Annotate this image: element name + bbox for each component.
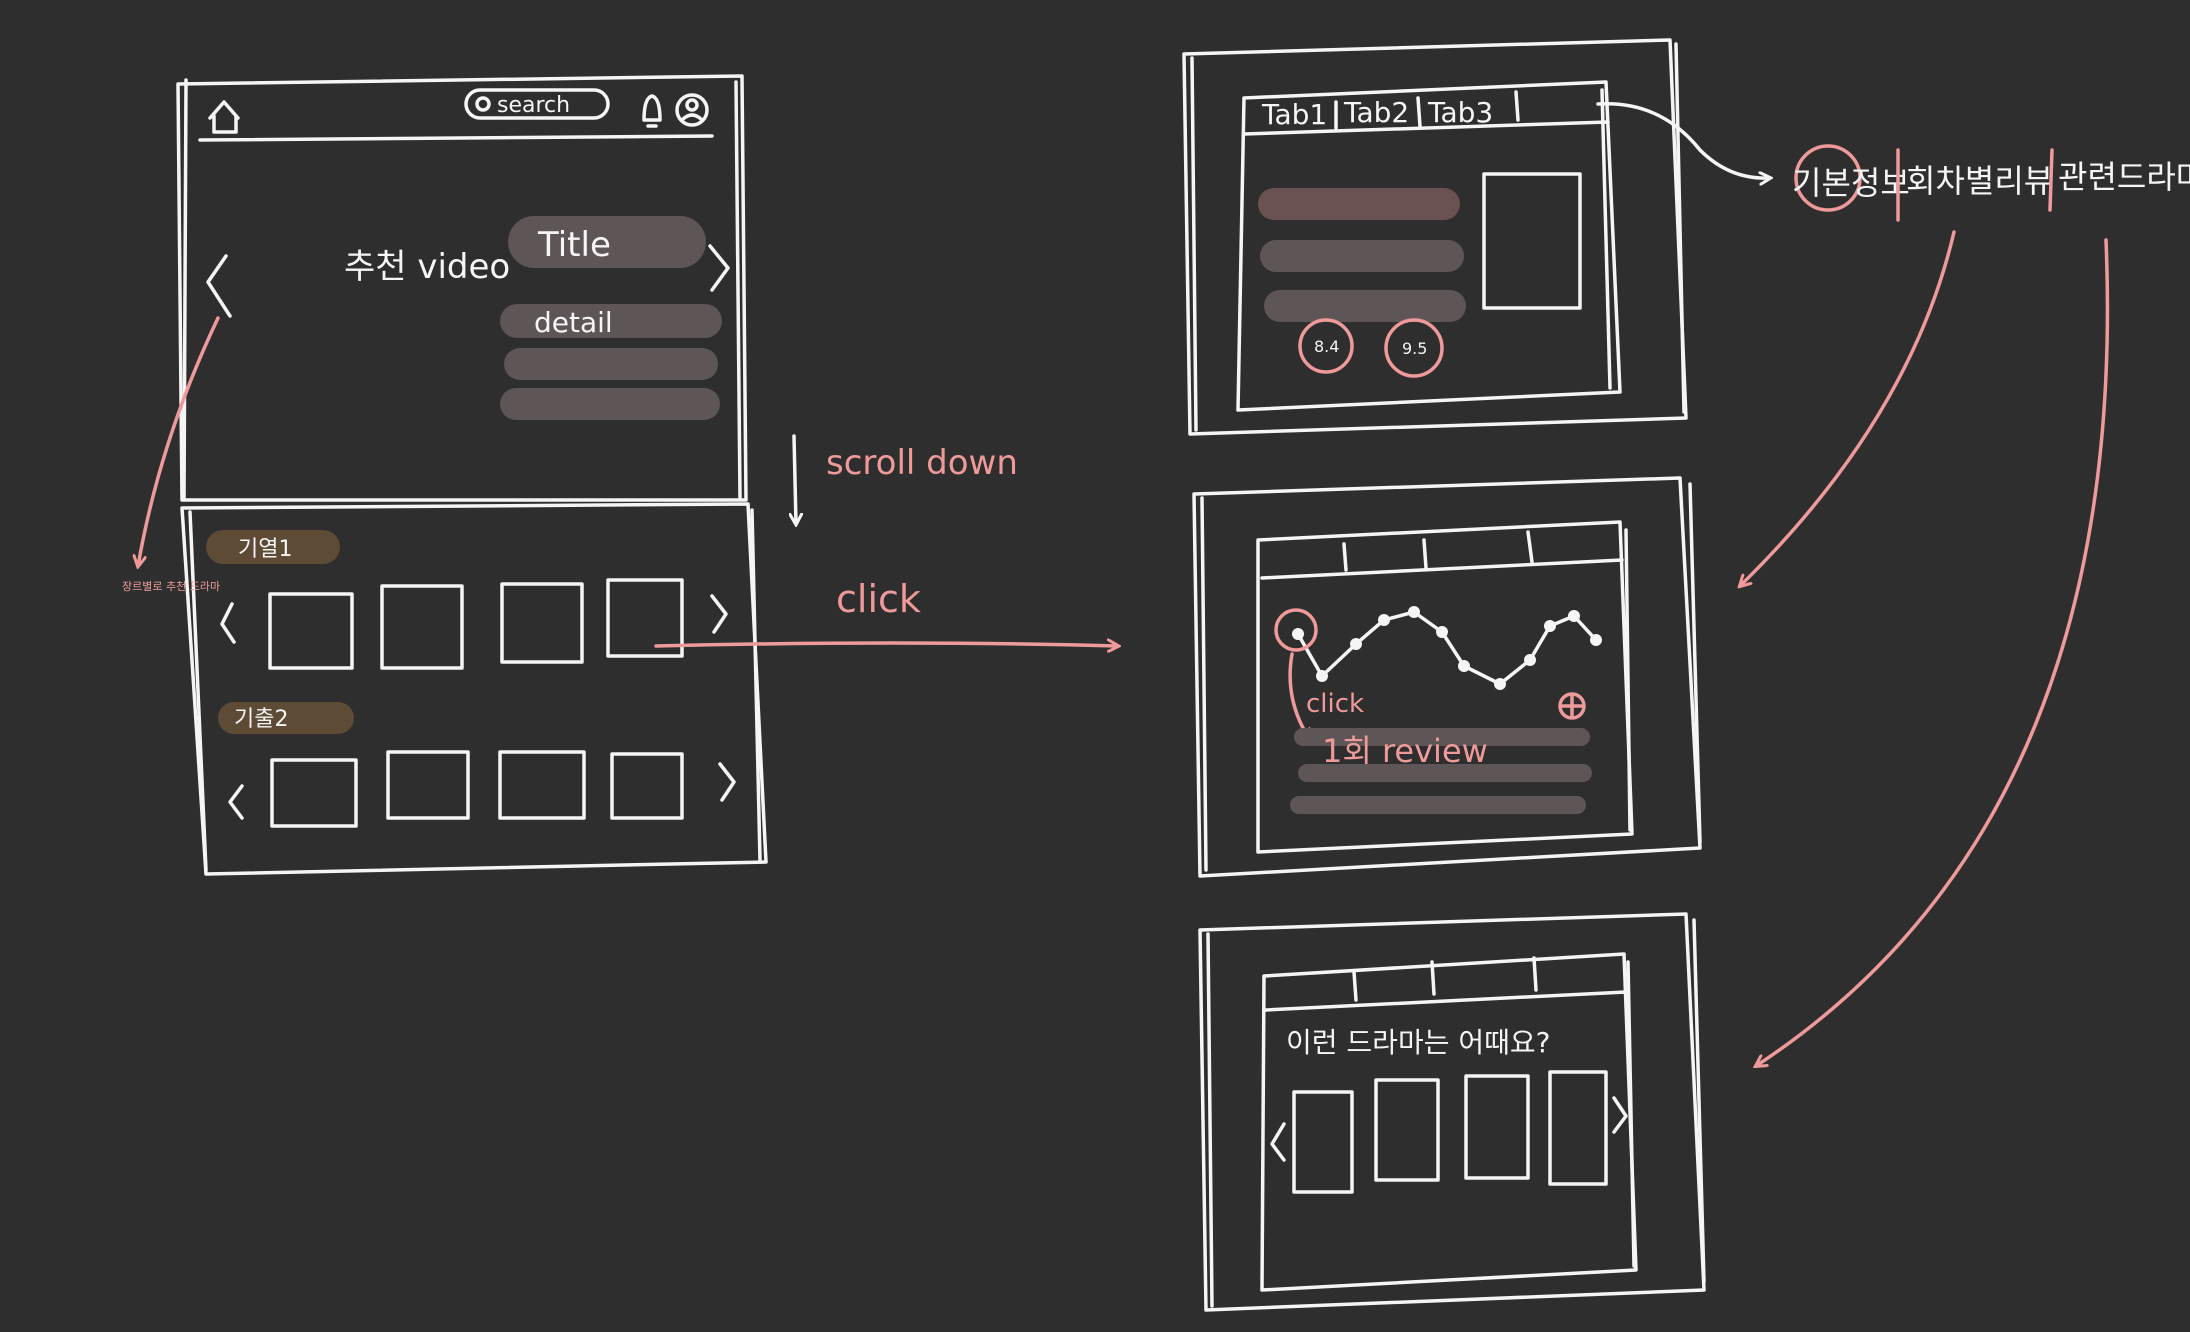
genre-2-next-arrow[interactable]	[718, 762, 736, 802]
episode-point[interactable]	[1378, 614, 1390, 626]
review-connector-arrow	[1740, 230, 1956, 586]
tab-label: Tab3	[1427, 96, 1493, 129]
search-label: search	[497, 93, 570, 118]
plus-circle-icon[interactable]	[1558, 692, 1586, 720]
rating-badge-1: 8.4	[1298, 318, 1354, 374]
episode-point[interactable]	[1568, 610, 1580, 622]
poster-thumbnail	[1482, 172, 1582, 310]
review-click-note: click	[1306, 689, 1364, 719]
hero-next-arrow[interactable]	[708, 244, 730, 292]
tab-tab1[interactable]: Tab1	[1261, 98, 1327, 131]
episode-point[interactable]	[1408, 606, 1420, 618]
magnifier-icon	[475, 96, 491, 112]
genre-note-arrow	[138, 316, 220, 566]
tab-legend-item: 기본정보	[1792, 164, 1910, 202]
main-screen: search 추천 video Title detail	[176, 74, 748, 502]
related-next-arrow[interactable]	[1612, 1096, 1628, 1134]
tab-tab3[interactable]: Tab3	[1427, 96, 1493, 129]
profile-icon[interactable]	[675, 93, 709, 127]
tab-legend-item: 회차별리뷰	[1906, 162, 2053, 200]
genre-2-label: 기출2	[234, 707, 288, 732]
review-bar	[1298, 764, 1592, 782]
related-connector-arrow	[1756, 238, 2110, 1066]
related-thumb[interactable]	[1292, 1090, 1354, 1194]
episode-point[interactable]	[1436, 626, 1448, 638]
main-screen-lower: 기열1 기출2	[180, 502, 768, 876]
hero-label: 추천 video	[344, 247, 510, 287]
genre-1-label: 기열1	[238, 537, 292, 562]
related-thumb[interactable]	[1464, 1074, 1530, 1180]
genre-note: 장르별로 추천 드라마	[122, 579, 220, 593]
wireframe-board: search 추천 video Title detail 기열1 기출2 scr…	[122, 38, 2190, 1312]
related-prev-arrow[interactable]	[1270, 1122, 1286, 1162]
tab-tab2[interactable]: Tab2	[1343, 96, 1409, 129]
genre-1-thumb[interactable]	[500, 582, 584, 664]
hero-title: Title	[537, 225, 611, 265]
episode-rating-chart	[1292, 606, 1602, 690]
episode-point[interactable]	[1350, 638, 1362, 650]
genre-1-thumb[interactable]	[268, 592, 354, 670]
scroll-annotation: scroll down	[826, 443, 1018, 483]
hero-prev-arrow[interactable]	[206, 254, 232, 318]
episode-point[interactable]	[1292, 628, 1304, 640]
rating-value: 9.5	[1402, 339, 1427, 358]
review-screen: click 1회 review	[1192, 476, 1702, 878]
episode-point[interactable]	[1458, 660, 1470, 672]
related-screen: 이런 드라마는 어때요?	[1198, 912, 1706, 1312]
genre-1-prev-arrow[interactable]	[220, 602, 236, 644]
hero-detail: detail	[534, 306, 613, 339]
related-question: 이런 드라마는 어때요?	[1286, 1026, 1551, 1059]
search-bar[interactable]: search	[464, 88, 610, 120]
episode-point[interactable]	[1494, 678, 1506, 690]
hero-detail-bar	[504, 348, 718, 380]
info-bar	[1264, 290, 1466, 322]
episode-point[interactable]	[1544, 620, 1556, 632]
detail-screen: Tab1 Tab2 Tab3 8.4 9.5	[1182, 38, 1688, 436]
home-icon[interactable]	[208, 100, 240, 134]
related-thumb[interactable]	[1548, 1070, 1608, 1186]
tab-legend-arrow	[1596, 101, 1770, 178]
bell-icon[interactable]	[642, 94, 662, 128]
click-arrow	[654, 643, 1118, 646]
tab-legend-item: 관련드라마	[2058, 158, 2190, 196]
click-annotation: click	[836, 577, 921, 621]
review-bar	[1290, 796, 1586, 814]
related-thumb[interactable]	[1374, 1078, 1440, 1182]
genre-2-thumb[interactable]	[498, 750, 586, 820]
info-bar	[1260, 240, 1464, 272]
genre-2-thumb[interactable]	[610, 752, 684, 820]
rating-value: 8.4	[1314, 337, 1339, 356]
tab-label: Tab1	[1261, 98, 1327, 131]
scroll-down-arrow	[794, 434, 796, 524]
genre-1-thumb[interactable]	[380, 584, 464, 670]
genre-1-next-arrow[interactable]	[710, 594, 728, 634]
episode-point[interactable]	[1590, 634, 1602, 646]
info-bar	[1258, 188, 1460, 220]
tab-legend: 기본정보 회차별리뷰 관련드라마	[1792, 144, 2190, 222]
episode-point[interactable]	[1316, 670, 1328, 682]
tab-label: Tab2	[1343, 96, 1409, 129]
genre-2-thumb[interactable]	[386, 750, 470, 820]
rating-badge-2: 9.5	[1384, 318, 1444, 378]
episode-point[interactable]	[1524, 654, 1536, 666]
genre-2-prev-arrow[interactable]	[228, 784, 244, 820]
genre-2-thumb[interactable]	[270, 758, 358, 828]
hero-detail-bar	[500, 388, 720, 420]
